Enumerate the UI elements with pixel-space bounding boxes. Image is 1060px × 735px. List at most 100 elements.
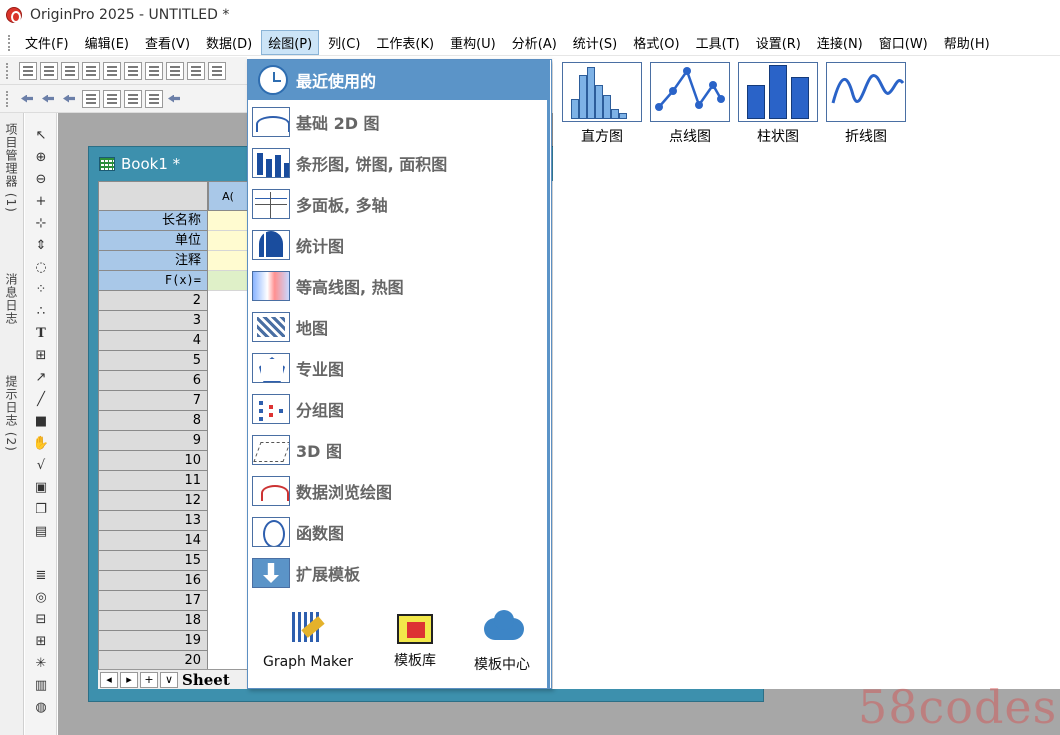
layer-icon[interactable]: ❐ <box>31 501 51 519</box>
category-function[interactable]: 函数图 <box>252 514 546 550</box>
row-number[interactable]: 7 <box>98 391 208 411</box>
hand-icon[interactable]: ✋ <box>31 435 51 453</box>
category-grouped[interactable]: 分组图 <box>252 391 546 427</box>
text-tool-icon[interactable]: T <box>31 325 51 343</box>
row-number[interactable]: 2 <box>98 291 208 311</box>
category-specialized[interactable]: 专业图 <box>252 350 546 386</box>
cell-comments[interactable] <box>208 251 248 271</box>
recent-line[interactable]: 折线图 <box>826 62 906 146</box>
arrow-tool-icon[interactable]: ↗ <box>31 369 51 387</box>
row-number[interactable]: 19 <box>98 631 208 651</box>
table-icon[interactable]: ⊟ <box>31 611 51 629</box>
equation-icon[interactable]: √ <box>31 457 51 475</box>
row-number[interactable]: 20 <box>98 651 208 671</box>
new-layout-icon[interactable] <box>145 61 163 80</box>
row-number[interactable]: 15 <box>98 551 208 571</box>
scatter-select-icon[interactable]: ∴ <box>31 303 51 321</box>
import-icon[interactable] <box>187 61 205 80</box>
refresh-icon[interactable] <box>61 90 79 108</box>
grid-corner[interactable] <box>98 181 208 211</box>
scale-icon[interactable]: ⇕ <box>31 237 51 255</box>
menu-tools[interactable]: 工具(T) <box>689 30 747 55</box>
cell-formula[interactable] <box>208 271 248 291</box>
template-library-button[interactable]: 模板库 <box>365 608 465 670</box>
record-icon[interactable]: ◍ <box>31 699 51 717</box>
row-number[interactable]: 16 <box>98 571 208 591</box>
export-icon[interactable] <box>208 61 226 80</box>
zoom-in-icon[interactable]: ⊕ <box>31 149 51 167</box>
hint-log-tab[interactable]: 提示日志 (2) <box>2 375 20 452</box>
new-notes-icon[interactable] <box>166 61 184 80</box>
new-function-icon[interactable] <box>124 61 142 80</box>
zoom-out-icon[interactable]: ⊖ <box>31 171 51 189</box>
new-graph-icon[interactable] <box>82 61 100 80</box>
category-statistics[interactable]: 统计图 <box>252 227 546 263</box>
menu-column[interactable]: 列(C) <box>321 30 367 55</box>
row-number[interactable]: 18 <box>98 611 208 631</box>
grid-icon[interactable]: ⊞ <box>31 633 51 651</box>
new-matrix-icon[interactable] <box>103 61 121 80</box>
row-number[interactable]: 13 <box>98 511 208 531</box>
menu-reshape[interactable]: 重构(U) <box>443 30 503 55</box>
recent-histogram[interactable]: 直方图 <box>562 62 642 146</box>
graph-maker-button[interactable]: Graph Maker <box>258 608 358 670</box>
category-contour-heatmap[interactable]: 等高线图, 热图 <box>252 268 546 304</box>
row-label-units[interactable]: 单位 <box>98 231 208 251</box>
sheet-tab[interactable]: Sheet <box>182 671 230 689</box>
menu-connect[interactable]: 连接(N) <box>810 30 870 55</box>
image-icon[interactable]: ▣ <box>31 479 51 497</box>
target-icon[interactable]: ◎ <box>31 589 51 607</box>
category-map[interactable]: 地图 <box>252 309 546 345</box>
category-data-explore[interactable]: 数据浏览绘图 <box>252 473 546 509</box>
cell-units[interactable] <box>208 231 248 251</box>
row-number[interactable]: 5 <box>98 351 208 371</box>
row-number[interactable]: 12 <box>98 491 208 511</box>
recent-used-header[interactable]: 最近使用的 <box>248 60 550 100</box>
add-sheet-icon[interactable]: + <box>140 671 158 688</box>
row-number[interactable]: 8 <box>98 411 208 431</box>
doc-icon[interactable]: ▥ <box>31 677 51 695</box>
row-number[interactable]: 10 <box>98 451 208 471</box>
row-label-comments[interactable]: 注释 <box>98 251 208 271</box>
add-layer-icon[interactable] <box>82 89 100 108</box>
forward-arrow-icon[interactable] <box>40 90 58 108</box>
undo-icon[interactable] <box>166 90 184 108</box>
menu-worksheet[interactable]: 工作表(K) <box>369 30 441 55</box>
merge-icon[interactable] <box>103 89 121 108</box>
row-label-long-name[interactable]: 长名称 <box>98 211 208 231</box>
sheet-list-icon[interactable]: ∨ <box>160 671 178 688</box>
crosshair-icon[interactable]: + <box>31 193 51 211</box>
row-number[interactable]: 11 <box>98 471 208 491</box>
category-basic-2d[interactable]: 基础 2D 图 <box>252 104 546 140</box>
star-icon[interactable]: ✳ <box>31 655 51 673</box>
new-folder-icon[interactable] <box>40 61 58 80</box>
menu-file[interactable]: 文件(F) <box>18 30 76 55</box>
pin-icon[interactable] <box>145 89 163 108</box>
template-center-button[interactable]: 模板中心 <box>452 608 552 674</box>
menu-data[interactable]: 数据(D) <box>199 30 259 55</box>
menu-analysis[interactable]: 分析(A) <box>505 30 564 55</box>
data-reader-icon[interactable]: ⊹ <box>31 215 51 233</box>
menu-format[interactable]: 格式(O) <box>626 30 686 55</box>
new-workbook-icon[interactable] <box>61 61 79 80</box>
sheet-prev-icon[interactable]: ◂ <box>100 671 118 688</box>
menu-view[interactable]: 查看(V) <box>138 30 197 55</box>
recent-line-symbol[interactable]: 点线图 <box>650 62 730 146</box>
message-log-tab[interactable]: 消息日志 <box>2 273 20 325</box>
category-multi-panel[interactable]: 多面板, 多轴 <box>252 186 546 222</box>
row-number[interactable]: 17 <box>98 591 208 611</box>
row-number[interactable]: 14 <box>98 531 208 551</box>
list-icon[interactable]: ≣ <box>31 567 51 585</box>
menu-plot[interactable]: 绘图(P) <box>261 30 320 55</box>
line-tool-icon[interactable]: ╱ <box>31 391 51 409</box>
category-bar-pie-area[interactable]: 条形图, 饼图, 面积图 <box>252 145 546 181</box>
new-project-icon[interactable] <box>19 61 37 80</box>
back-arrow-icon[interactable] <box>19 90 37 108</box>
mask-icon[interactable]: ⁘ <box>31 281 51 299</box>
row-number[interactable]: 9 <box>98 431 208 451</box>
menu-help[interactable]: 帮助(H) <box>937 30 997 55</box>
cell-long-name[interactable] <box>208 211 248 231</box>
row-number[interactable]: 4 <box>98 331 208 351</box>
pointer-icon[interactable]: ↖ <box>31 127 51 145</box>
category-extend-template[interactable]: 扩展模板 <box>252 555 546 591</box>
